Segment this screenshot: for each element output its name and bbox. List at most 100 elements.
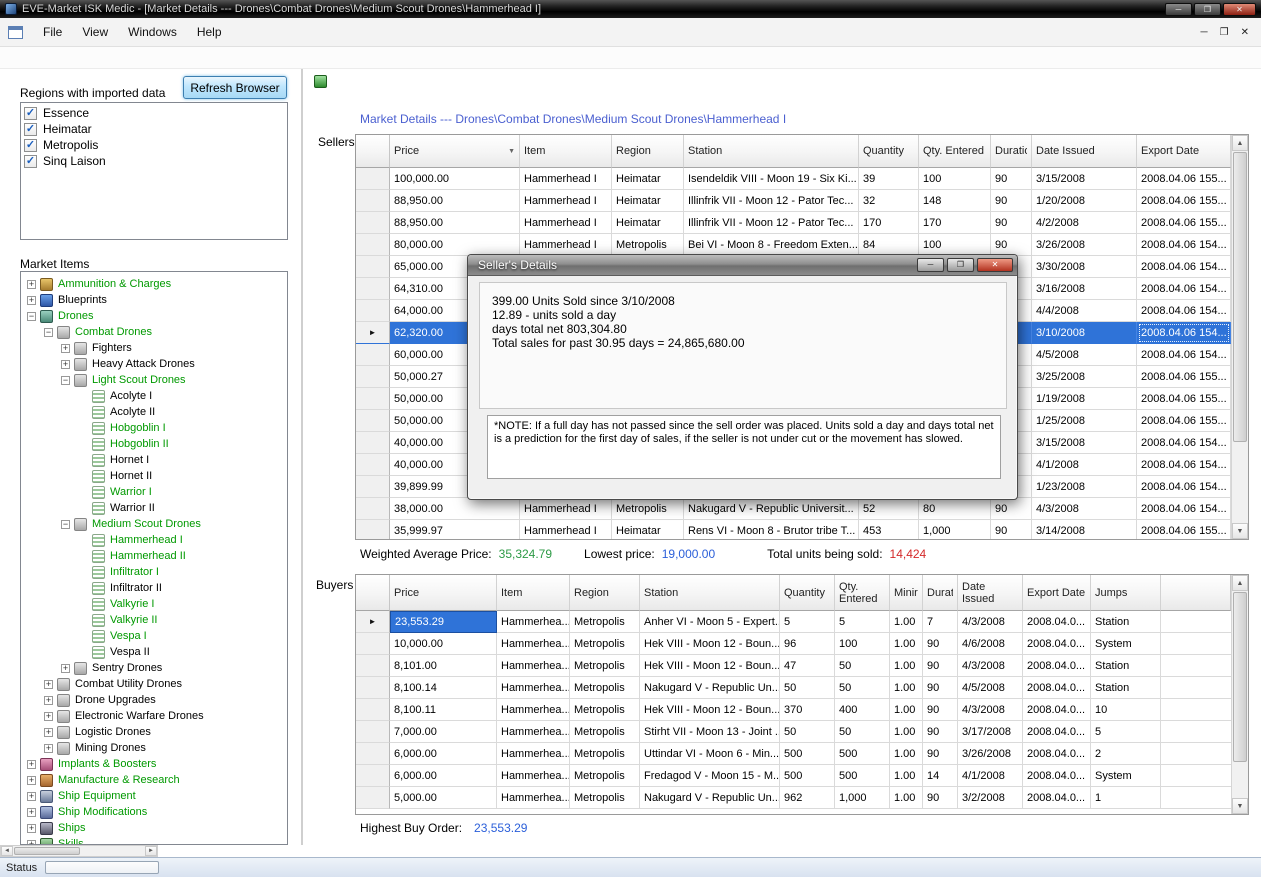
scroll-up-icon[interactable]: ▲ — [1232, 575, 1248, 591]
tree-item-combat-utility-drones[interactable]: + Combat Utility Drones — [21, 676, 287, 692]
cell-qty[interactable]: 47 — [780, 655, 835, 677]
buyers-row[interactable]: 6,000.00 Hammerhea... Metropolis Uttindar V… — [356, 743, 1248, 765]
cell-export_date[interactable]: 2008.04.0... — [1023, 765, 1091, 787]
row-selector[interactable]: ► — [356, 322, 390, 344]
tree-item-manufacture-research[interactable]: + Manufacture & Research — [21, 772, 287, 788]
cell-station[interactable]: Nakugard V - Republic Universit... — [684, 498, 859, 520]
cell-duration[interactable]: 90 — [991, 498, 1032, 520]
cell-dur[interactable]: 14 — [923, 765, 958, 787]
buyers-row[interactable]: 8,100.14 Hammerhea... Metropolis Nakugard V… — [356, 677, 1248, 699]
cell-qty[interactable]: 962 — [780, 787, 835, 809]
cell-qty[interactable]: 170 — [859, 212, 919, 234]
region-item-essence[interactable]: ✓ Essence — [21, 105, 287, 121]
cell-item[interactable]: Hammerhead I — [520, 212, 612, 234]
row-selector[interactable] — [356, 388, 390, 410]
cell-export_date[interactable]: 2008.04.06 154... — [1137, 432, 1231, 454]
tree-item-sentry-drones[interactable]: + Sentry Drones — [21, 660, 287, 676]
row-selector[interactable] — [356, 476, 390, 498]
cell-date_issued[interactable]: 4/1/2008 — [958, 765, 1023, 787]
cell-region[interactable]: Metropolis — [570, 677, 640, 699]
cell-station[interactable]: Illinfrik VII - Moon 12 - Pator Tec... — [684, 212, 859, 234]
cell-dur[interactable]: 90 — [923, 699, 958, 721]
tree-item-warrior-i[interactable]: Warrior I — [21, 484, 287, 500]
column-header-export-date[interactable]: Export Date — [1137, 135, 1231, 168]
cell-station[interactable]: Nakugard V - Republic Un... — [640, 787, 780, 809]
checkbox-icon[interactable]: ✓ — [24, 106, 37, 120]
cell-export_date[interactable]: 2008.04.06 154... — [1137, 476, 1231, 498]
cell-jumps[interactable]: 10 — [1091, 699, 1161, 721]
expand-icon[interactable]: + — [27, 775, 36, 785]
expand-icon[interactable]: + — [27, 295, 36, 305]
buyers-row[interactable]: 10,000.00 Hammerhea... Metropolis Hek VIII … — [356, 633, 1248, 655]
cell-qty_entered[interactable]: 500 — [835, 743, 890, 765]
menu-windows[interactable]: Windows — [118, 20, 187, 44]
cell-date_issued[interactable]: 3/26/2008 — [1032, 234, 1137, 256]
cell-date_issued[interactable]: 4/5/2008 — [958, 677, 1023, 699]
sellers-row[interactable]: 100,000.00 Hammerhead I Heimatar Isendeldik… — [356, 168, 1248, 190]
tree-item-logistic-drones[interactable]: + Logistic Drones — [21, 724, 287, 740]
cell-date_issued[interactable]: 4/2/2008 — [1032, 212, 1137, 234]
checkbox-icon[interactable]: ✓ — [24, 138, 37, 152]
cell-export_date[interactable]: 2008.04.06 155... — [1137, 190, 1231, 212]
scroll-left-icon[interactable]: ◄ — [1, 846, 13, 856]
sellers-row[interactable]: 80,000.00 Hammerhead I Metropolis Bei VI - … — [356, 234, 1248, 256]
cell-qty[interactable]: 50 — [780, 677, 835, 699]
cell-qty[interactable]: 96 — [780, 633, 835, 655]
cell-item[interactable]: Hammerhea... — [497, 787, 570, 809]
row-selector[interactable] — [356, 344, 390, 366]
cell-station[interactable]: Nakugard V - Republic Un... — [640, 677, 780, 699]
mdi-close-button[interactable]: ✕ — [1241, 27, 1249, 38]
cell-qty_entered[interactable]: 1,000 — [919, 520, 991, 539]
cell-export_date[interactable]: 2008.04.06 154... — [1137, 256, 1231, 278]
cell-region[interactable]: Heimatar — [612, 212, 684, 234]
cell-price[interactable]: 5,000.00 — [390, 787, 497, 809]
cell-region[interactable]: Metropolis — [570, 721, 640, 743]
cell-duration[interactable]: 90 — [991, 234, 1032, 256]
cell-qty_entered[interactable]: 170 — [919, 212, 991, 234]
tree-item-ship-equipment[interactable]: + Ship Equipment — [21, 788, 287, 804]
column-header-jumps[interactable]: Jumps — [1091, 575, 1161, 611]
tree-item-acolyte-i[interactable]: Acolyte I — [21, 388, 287, 404]
tree-item-fighters[interactable]: + Fighters — [21, 340, 287, 356]
vertical-scrollbar[interactable]: ▲ ▼ — [1231, 575, 1248, 814]
cell-region[interactable]: Heimatar — [612, 168, 684, 190]
cell-price[interactable]: 80,000.00 — [390, 234, 520, 256]
row-selector[interactable] — [356, 498, 390, 520]
expand-icon[interactable]: + — [61, 343, 70, 353]
tree-item-heavy-attack-drones[interactable]: + Heavy Attack Drones — [21, 356, 287, 372]
row-selector[interactable] — [356, 432, 390, 454]
cell-price[interactable]: 6,000.00 — [390, 743, 497, 765]
note-textbox[interactable]: *NOTE: If a full day has not passed sinc… — [487, 415, 1001, 479]
expand-icon[interactable]: + — [27, 823, 36, 833]
cell-date_issued[interactable]: 4/3/2008 — [958, 611, 1023, 633]
cell-jumps[interactable]: System — [1091, 633, 1161, 655]
cell-export_date[interactable]: 2008.04.06 154... — [1137, 344, 1231, 366]
cell-item[interactable]: Hammerhea... — [497, 743, 570, 765]
cell-date_issued[interactable]: 3/10/2008 — [1032, 322, 1137, 344]
cell-station[interactable]: Anher VI - Moon 5 - Expert... — [640, 611, 780, 633]
cell-qty_entered[interactable]: 100 — [919, 168, 991, 190]
cell-date_issued[interactable]: 3/15/2008 — [1032, 432, 1137, 454]
cell-jumps[interactable]: 1 — [1091, 787, 1161, 809]
cell-export_date[interactable]: 2008.04.06 155... — [1137, 366, 1231, 388]
cell-export_date[interactable]: 2008.04.06 154... — [1137, 498, 1231, 520]
vertical-scrollbar-thumb[interactable] — [1233, 152, 1247, 442]
cell-export_date[interactable]: 2008.04.0... — [1023, 743, 1091, 765]
cell-region[interactable]: Metropolis — [570, 611, 640, 633]
sellers-row[interactable]: 88,950.00 Hammerhead I Heimatar Illinfrik V… — [356, 190, 1248, 212]
collapse-icon[interactable]: − — [61, 519, 70, 529]
cell-price[interactable]: 100,000.00 — [390, 168, 520, 190]
region-item-heimatar[interactable]: ✓ Heimatar — [21, 121, 287, 137]
cell-dur[interactable]: 90 — [923, 787, 958, 809]
row-selector[interactable] — [356, 677, 390, 699]
cell-qty[interactable]: 84 — [859, 234, 919, 256]
cell-date_issued[interactable]: 3/16/2008 — [1032, 278, 1137, 300]
row-selector[interactable] — [356, 787, 390, 809]
cell-qty_entered[interactable]: 50 — [835, 721, 890, 743]
tree-item-drone-upgrades[interactable]: + Drone Upgrades — [21, 692, 287, 708]
cell-dur[interactable]: 90 — [923, 721, 958, 743]
menu-help[interactable]: Help — [187, 20, 232, 44]
cell-price[interactable]: 10,000.00 — [390, 633, 497, 655]
sellers-row[interactable]: 35,999.97 Hammerhead I Heimatar Rens VI - M… — [356, 520, 1248, 539]
cell-date_issued[interactable]: 4/1/2008 — [1032, 454, 1137, 476]
